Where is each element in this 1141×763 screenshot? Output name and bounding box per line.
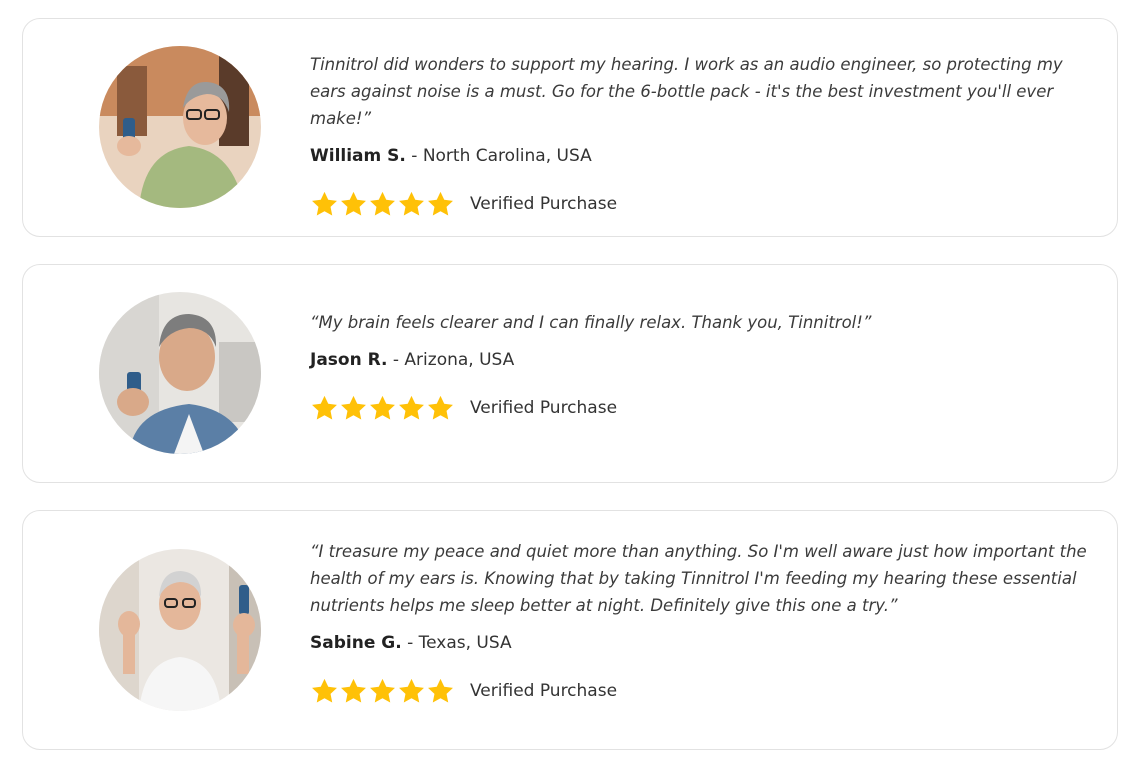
reviewer-photo xyxy=(99,292,261,454)
star-icon xyxy=(312,678,337,702)
review-content: Tinnitrol did wonders to support my hear… xyxy=(310,51,1087,220)
reviewer-location: - North Carolina, USA xyxy=(405,146,592,166)
verified-purchase-label: Verified Purchase xyxy=(470,681,618,701)
star-icon xyxy=(312,395,337,419)
star-icon xyxy=(399,191,424,215)
star-icon xyxy=(341,191,366,215)
review-content: “My brain feels clearer and I can finall… xyxy=(310,309,1087,424)
review-card: Tinnitrol did wonders to support my hear… xyxy=(22,18,1118,237)
verified-purchase-label: Verified Purchase xyxy=(470,398,618,418)
review-author: Jason R. - Arizona, USA xyxy=(310,348,1087,372)
star-icon xyxy=(399,395,424,419)
star-icon xyxy=(370,678,395,702)
star-rating xyxy=(310,394,455,423)
review-card: “My brain feels clearer and I can finall… xyxy=(22,264,1118,483)
star-icon xyxy=(341,678,366,702)
star-icon xyxy=(428,191,453,215)
review-rating: Verified Purchase xyxy=(310,188,1087,220)
review-quote: Tinnitrol did wonders to support my hear… xyxy=(310,55,1063,128)
star-icon xyxy=(428,678,453,702)
star-icon xyxy=(370,395,395,419)
review-quote: “My brain feels clearer and I can finall… xyxy=(310,313,872,332)
review-author: William S. - North Carolina, USA xyxy=(310,144,1087,168)
star-rating xyxy=(310,677,455,706)
star-icon xyxy=(312,191,337,215)
reviewer-photo xyxy=(99,46,261,208)
review-author: Sabine G. - Texas, USA xyxy=(310,631,1087,655)
review-rating: Verified Purchase xyxy=(310,675,1087,707)
reviewer-location: - Arizona, USA xyxy=(387,350,515,370)
reviewer-name: Jason R. xyxy=(310,350,388,370)
star-icon xyxy=(341,395,366,419)
star-icon xyxy=(428,395,453,419)
review-content: “I treasure my peace and quiet more than… xyxy=(310,538,1087,707)
star-rating xyxy=(310,190,455,219)
star-icon xyxy=(399,678,424,702)
review-card: “I treasure my peace and quiet more than… xyxy=(22,510,1118,750)
verified-purchase-label: Verified Purchase xyxy=(470,194,618,214)
review-rating: Verified Purchase xyxy=(310,392,1087,424)
reviewer-name: Sabine G. xyxy=(310,633,402,653)
reviewer-name: William S. xyxy=(310,146,406,166)
star-icon xyxy=(370,191,395,215)
reviewer-photo xyxy=(99,549,261,711)
review-quote: “I treasure my peace and quiet more than… xyxy=(310,542,1087,615)
reviewer-location: - Texas, USA xyxy=(401,633,512,653)
